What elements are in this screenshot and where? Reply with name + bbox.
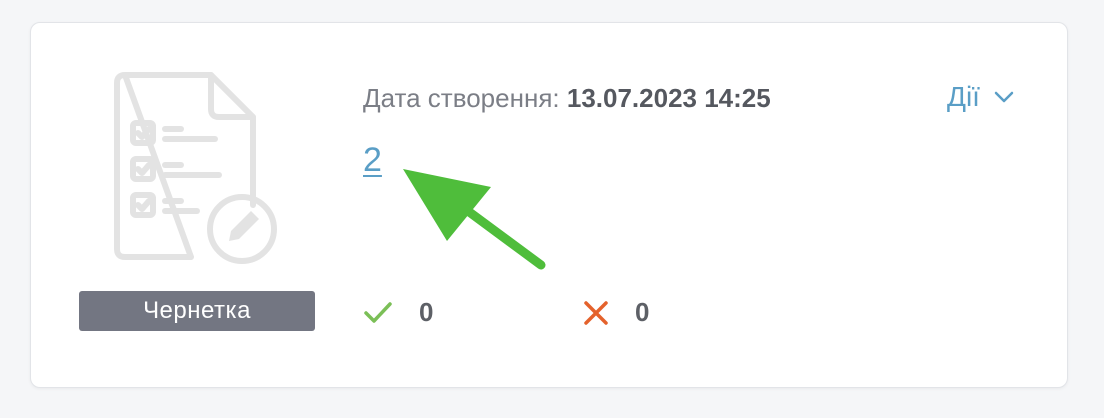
rejected-count: 0	[635, 297, 650, 327]
actions-label: Дії	[947, 81, 980, 112]
approved-counter: 0	[363, 297, 433, 328]
document-link[interactable]: 2	[363, 141, 382, 180]
creation-date-value: 13.07.2023 14:25	[566, 83, 771, 113]
rejected-counter: 0	[583, 297, 649, 328]
creation-date-label: Дата створення:	[363, 83, 560, 113]
status-badge: Чернетка	[79, 291, 315, 331]
cross-icon	[584, 300, 608, 325]
approved-count: 0	[419, 297, 434, 327]
annotation-arrow	[403, 169, 546, 270]
chevron-down-icon	[994, 91, 1014, 103]
check-icon	[364, 301, 392, 323]
document-checklist-edit-icon	[114, 72, 277, 264]
actions-dropdown[interactable]: Дії	[947, 81, 1014, 113]
creation-date: Дата створення: 13.07.2023 14:25	[363, 83, 771, 114]
document-card: Чернетка Дата створення: 13.07.2023 14:2…	[30, 22, 1068, 388]
